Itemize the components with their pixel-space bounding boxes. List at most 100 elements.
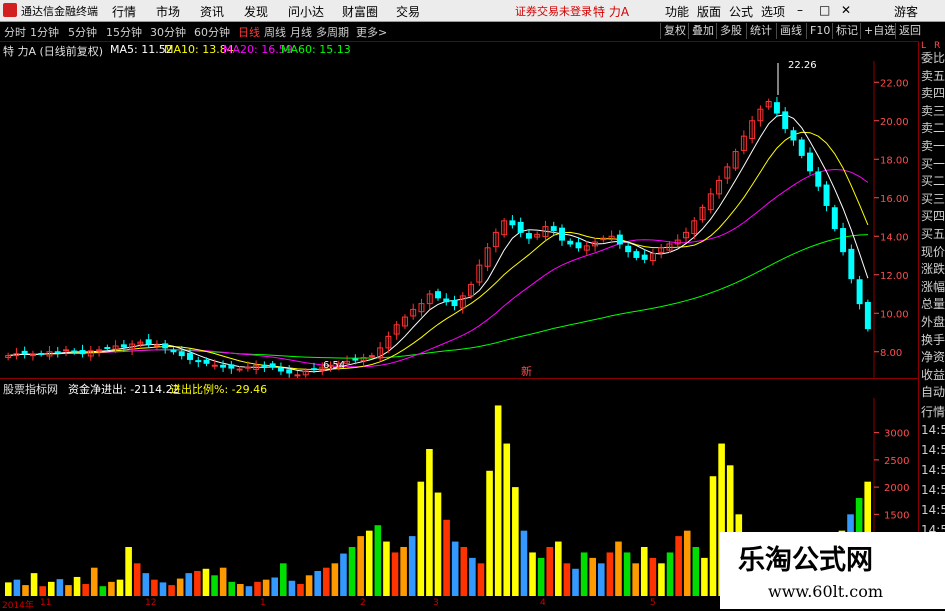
volume-bar (426, 449, 433, 596)
volume-bar (632, 563, 639, 596)
candle-body (277, 367, 284, 372)
tab-more[interactable]: 更多> (356, 24, 387, 40)
menu-hangqing[interactable]: 行情 (112, 3, 136, 20)
fuquan-button[interactable]: 复权 (660, 23, 689, 39)
volume-bar (391, 552, 399, 596)
back-button[interactable]: 返回 (895, 23, 924, 39)
volume-bar (340, 553, 347, 596)
volume-bar (348, 547, 356, 596)
menu-shichang[interactable]: 市场 (156, 3, 180, 20)
menu-banmian[interactable]: 版面 (697, 3, 721, 20)
user-label[interactable]: 游客 (894, 3, 918, 20)
add-favorite-button[interactable]: +自选 (860, 23, 898, 39)
candle-body (509, 220, 516, 226)
tab-5min[interactable]: 5分钟 (68, 24, 97, 40)
vol-tick-label: 1500 (884, 510, 909, 521)
candle-body (228, 364, 235, 369)
menu-xuanxiang[interactable]: 选项 (761, 3, 785, 20)
candle-body (807, 152, 813, 172)
candle-body (311, 368, 317, 371)
volume-bar (520, 530, 528, 596)
watermark-title: 乐淘公式网 (738, 545, 873, 576)
quote-label: 卖二 (921, 121, 945, 136)
price-chart[interactable]: 22.0020.0018.0016.0014.0012.0010.008.00 … (0, 41, 918, 378)
tab-multi-period[interactable]: 多周期 (316, 24, 349, 40)
volume-bar (460, 547, 468, 596)
menu-caifuquan[interactable]: 财富圈 (342, 3, 378, 20)
menu-jiaoyi[interactable]: 交易 (396, 3, 420, 20)
volume-bar (434, 492, 442, 596)
volume-bar (168, 585, 175, 596)
volume-bar (125, 547, 132, 596)
price-tick-label: 18.00 (880, 155, 909, 166)
menu-faxian[interactable]: 发现 (244, 3, 268, 20)
candle-body (54, 351, 61, 354)
tab-weekly[interactable]: 周线 (264, 24, 286, 40)
volume-bar (99, 586, 107, 596)
candle-body (79, 350, 86, 355)
candles (5, 96, 871, 378)
minimize-icon[interactable]: – (797, 3, 803, 17)
date-label: 5 (650, 598, 656, 608)
tab-15min[interactable]: 15分钟 (106, 24, 142, 40)
menu-zixun[interactable]: 资讯 (200, 3, 224, 20)
tab-30min[interactable]: 30分钟 (150, 24, 186, 40)
volume-bar (65, 585, 72, 596)
candle-body (790, 130, 797, 141)
tab-60min[interactable]: 60分钟 (194, 24, 230, 40)
quote-label: 总量 (921, 297, 945, 312)
stock-chart-title: 特 力A (日线前复权) (3, 45, 104, 58)
menu-gongshi[interactable]: 公式 (729, 3, 753, 20)
tab-1min[interactable]: 1分钟 (30, 24, 59, 40)
vol-tick-label: 3000 (884, 429, 909, 440)
draw-line-button[interactable]: 画线 (776, 23, 805, 39)
candle-body (29, 354, 36, 357)
quote-label: 卖五 (921, 68, 945, 83)
quote-label: 卖三 (921, 103, 945, 118)
date-label: 1 (260, 598, 266, 608)
event-marker: 新 (521, 364, 532, 378)
menu-wenxiaoda[interactable]: 问小达 (288, 3, 324, 20)
candle-body (575, 242, 582, 249)
volume-bar (331, 563, 339, 596)
volume-bar (133, 563, 141, 596)
volume-bar (546, 547, 554, 596)
volume-bar (245, 586, 253, 596)
volume-bar (297, 584, 304, 596)
date-label: 3 (433, 598, 439, 608)
candle-body (798, 139, 805, 156)
volume-bar (185, 573, 193, 596)
volume-bar (675, 536, 682, 596)
volume-bar (5, 582, 12, 596)
vol-axis: 3000 2500 2000 1500 (874, 429, 909, 521)
volume-bar (22, 585, 29, 596)
volume-bar (615, 541, 622, 596)
menu-gongneng[interactable]: 功能 (665, 3, 689, 20)
panel-divider (0, 378, 918, 379)
volume-bar (56, 579, 64, 596)
multi-stock-button[interactable]: 多股 (716, 23, 745, 39)
tick-time-label: 14:5 (921, 423, 945, 437)
close-icon[interactable]: ✕ (841, 3, 851, 17)
candle-body (187, 352, 193, 360)
auto-quote-label[interactable]: 自动 (921, 383, 945, 400)
volume-bar (142, 573, 150, 596)
volume-bar (658, 563, 665, 596)
volume-bar (194, 570, 201, 596)
volume-bar (271, 577, 279, 596)
price-tick-label: 14.00 (880, 232, 909, 243)
candle-body (616, 234, 623, 245)
f10-button[interactable]: F10 (806, 23, 833, 39)
maximize-icon[interactable]: □ (819, 3, 830, 17)
mark-button[interactable]: 标记 (832, 23, 861, 39)
tab-daily[interactable]: 日线 (238, 24, 260, 40)
date-label: 2 (360, 598, 366, 608)
candle-body (559, 227, 565, 241)
overlay-button[interactable]: 叠加 (688, 23, 717, 39)
candle-body (21, 350, 28, 355)
volume-bar (159, 582, 167, 596)
auto-quote-label[interactable]: 行情 (921, 403, 945, 420)
tab-monthly[interactable]: 月线 (290, 24, 312, 40)
tab-fenshi[interactable]: 分时 (4, 24, 26, 40)
stats-button[interactable]: 统计 (746, 23, 775, 39)
